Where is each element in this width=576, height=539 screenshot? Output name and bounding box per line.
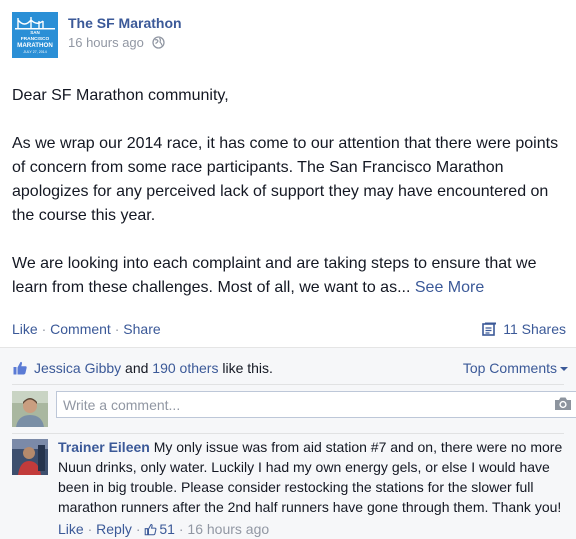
comment-link[interactable]: Comment bbox=[50, 321, 111, 337]
action-links: Like · Comment · Share bbox=[12, 321, 161, 337]
comment-reply-link[interactable]: Reply bbox=[96, 521, 132, 537]
post-paragraph-2: As we wrap our 2014 race, it has come to… bbox=[12, 135, 559, 224]
feedback-section: Jessica Gibby and 190 others like this. … bbox=[0, 347, 576, 539]
liker-name[interactable]: Jessica Gibby bbox=[34, 360, 121, 376]
post-paragraph-3: We are looking into each complaint and a… bbox=[12, 252, 568, 300]
others-link[interactable]: 190 others bbox=[152, 360, 218, 376]
separator: · bbox=[83, 521, 97, 537]
page-logo[interactable]: SAN FRANCISCO MARATHON JULY 27, 2014 bbox=[12, 12, 58, 58]
logo-line-3: MARATHON bbox=[17, 42, 53, 49]
see-more-link[interactable]: See More bbox=[415, 279, 484, 296]
top-comments-label: Top Comments bbox=[462, 360, 557, 376]
post-paragraph-1: Dear SF Marathon community, bbox=[12, 87, 229, 104]
share-icon bbox=[482, 322, 497, 339]
comment-author[interactable]: Trainer Eileen bbox=[58, 439, 150, 455]
divider bbox=[12, 384, 564, 385]
action-bar: Like · Comment · Share 11 Shares bbox=[0, 313, 576, 347]
divider bbox=[12, 433, 564, 434]
comment-input[interactable] bbox=[56, 391, 576, 418]
globe-icon[interactable] bbox=[151, 36, 165, 52]
separator: · bbox=[37, 321, 51, 337]
comment-composer bbox=[12, 389, 576, 429]
share-link[interactable]: Share bbox=[123, 321, 160, 337]
comment-actions: Like · Reply · 51 · 16 hours ago bbox=[58, 521, 269, 539]
like-icon bbox=[12, 360, 28, 379]
likes-row: Jessica Gibby and 190 others like this. … bbox=[12, 360, 568, 379]
thumb-icon bbox=[144, 523, 157, 539]
like-link[interactable]: Like bbox=[12, 321, 38, 337]
separator: · bbox=[110, 321, 124, 337]
post-timestamp[interactable]: 16 hours ago bbox=[68, 35, 144, 50]
comment-likes-link[interactable]: 51 bbox=[144, 521, 175, 537]
likes-suffix: like this. bbox=[218, 360, 273, 376]
shares-count-link[interactable]: 11 Shares bbox=[482, 321, 566, 339]
comment-text: Trainer Eileen My only issue was from ai… bbox=[58, 437, 568, 517]
post-body: Dear SF Marathon community, As we wrap o… bbox=[12, 84, 568, 300]
post-header: SAN FRANCISCO MARATHON JULY 27, 2014 The… bbox=[12, 12, 564, 58]
comment-like-link[interactable]: Like bbox=[58, 521, 84, 537]
top-comments-dropdown[interactable]: Top Comments bbox=[463, 360, 568, 376]
avatar[interactable] bbox=[12, 439, 48, 475]
separator: · bbox=[131, 521, 145, 537]
post-meta: 16 hours ago bbox=[68, 35, 165, 52]
comment-timestamp[interactable]: 16 hours ago bbox=[187, 521, 269, 537]
camera-icon[interactable] bbox=[554, 396, 572, 416]
shares-count: 11 Shares bbox=[503, 321, 566, 337]
page-name[interactable]: The SF Marathon bbox=[68, 15, 182, 31]
comment-like-count: 51 bbox=[159, 521, 175, 537]
likes-and: and bbox=[121, 360, 153, 376]
separator: · bbox=[174, 521, 188, 537]
caret-down-icon bbox=[560, 367, 568, 371]
avatar[interactable] bbox=[12, 391, 48, 427]
logo-line-4: JULY 27, 2014 bbox=[23, 50, 46, 54]
logo-line-1: SAN bbox=[30, 30, 40, 35]
